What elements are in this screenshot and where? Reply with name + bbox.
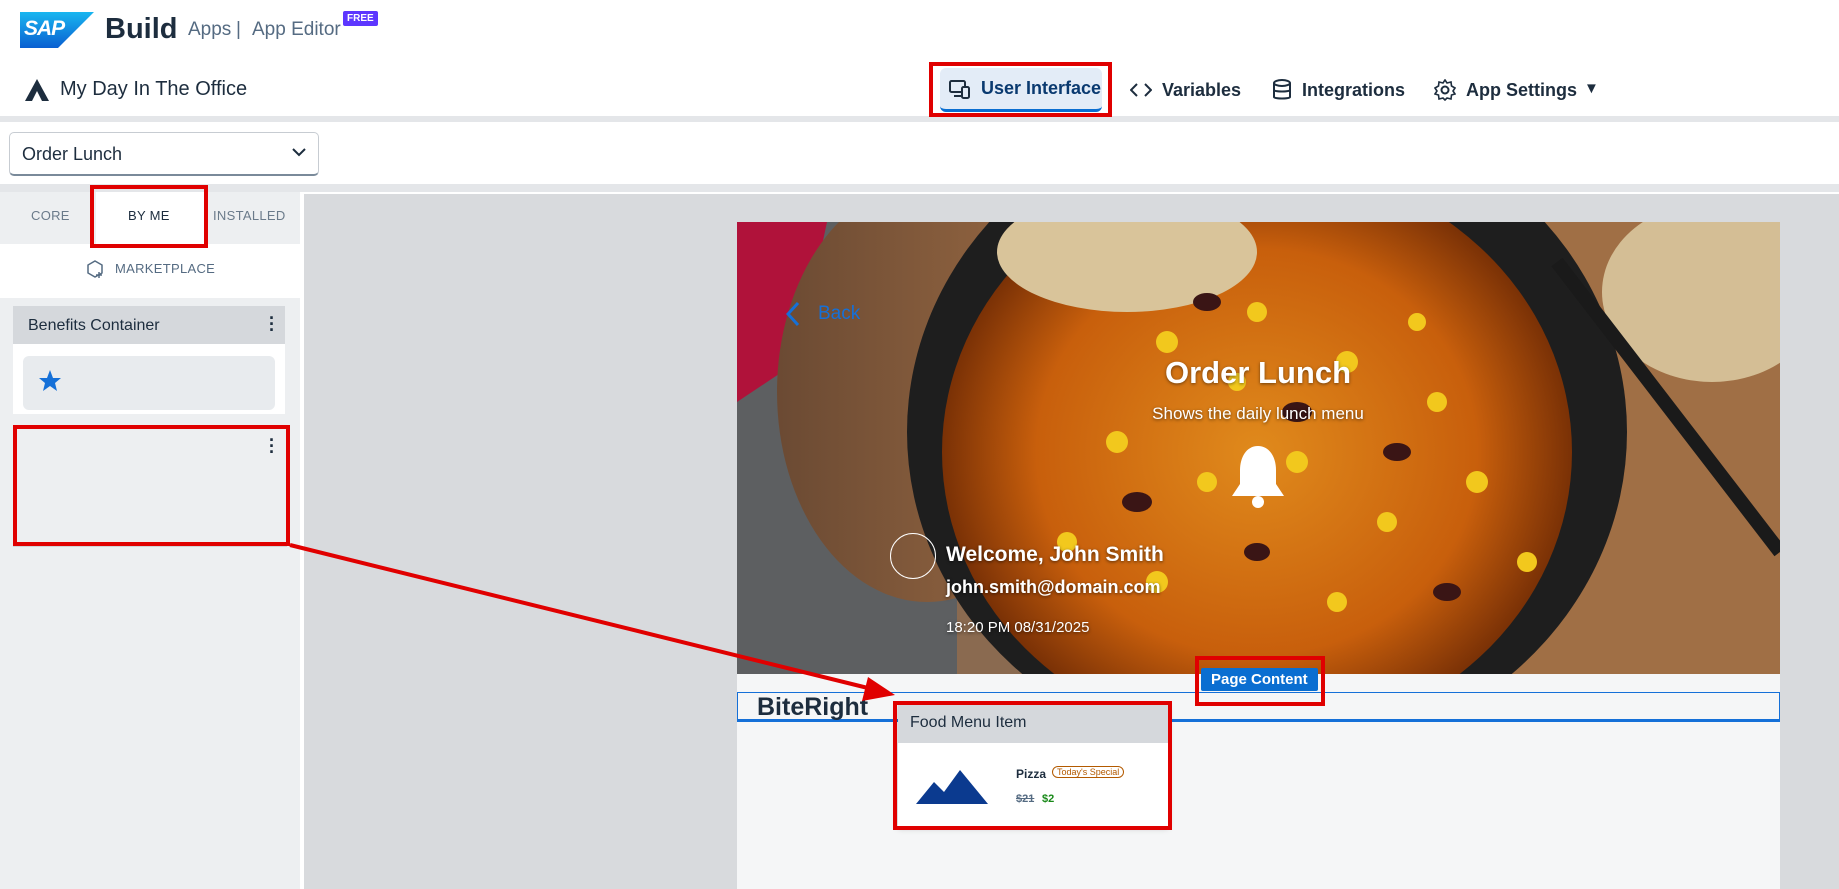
tab-integrations[interactable]: Integrations — [1272, 68, 1405, 112]
user-email: john.smith@domain.com — [946, 577, 1161, 597]
tab-variables[interactable]: Variables — [1130, 68, 1241, 112]
tab-app-settings-label: App Settings — [1466, 79, 1577, 100]
tab-app-settings[interactable]: App Settings — [1434, 68, 1577, 112]
component-benefits-container-title: Benefits Container — [28, 317, 160, 334]
code-icon — [1130, 83, 1152, 97]
header-divider — [0, 116, 1839, 122]
caret-down-icon[interactable]: ▼ — [1584, 80, 1599, 97]
star-icon — [39, 370, 61, 391]
hero-subtitle: Shows the daily lunch menu — [1152, 404, 1364, 423]
avatar — [890, 533, 936, 579]
marketplace-label[interactable]: MARKETPLACE — [115, 261, 215, 276]
page-selector[interactable]: Order Lunch — [9, 132, 319, 176]
hero-title: Order Lunch — [1164, 355, 1352, 390]
tab-integrations-label: Integrations — [1302, 79, 1406, 100]
tab-core[interactable]: CORE — [31, 208, 70, 223]
current-datetime: 18:20 PM 08/31/2025 — [946, 619, 1090, 636]
brand-title: BiteRight — [757, 693, 869, 721]
marketplace-icon — [87, 260, 103, 278]
breadcrumb-apps[interactable]: Apps — [188, 19, 231, 41]
annotation-box-by-me — [90, 185, 208, 248]
back-link[interactable]: Back — [818, 303, 860, 325]
project-title: My Day In The Office — [60, 78, 248, 100]
bell-icon — [1232, 446, 1284, 508]
tab-variables-label: Variables — [1162, 79, 1242, 100]
back-chevron-icon[interactable] — [786, 301, 800, 327]
project-logo-icon — [25, 79, 49, 101]
welcome-text: Welcome, John Smith — [946, 543, 1164, 566]
breadcrumb-app-editor: App Editor — [252, 19, 341, 40]
page-selector-value: Order Lunch — [22, 144, 123, 164]
breadcrumb-separator: | — [236, 19, 241, 40]
annotation-box-component — [13, 425, 290, 546]
annotation-box-drag-preview — [893, 701, 1172, 830]
annotation-box-page-content — [1195, 656, 1325, 706]
tab-installed[interactable]: INSTALLED — [213, 208, 286, 223]
database-icon — [1273, 79, 1291, 100]
gear-icon — [1434, 79, 1456, 101]
sap-logo-text: SAP — [24, 17, 65, 40]
chevron-down-icon — [292, 148, 306, 157]
more-options-icon[interactable]: · · · — [269, 309, 275, 339]
free-badge: FREE — [343, 11, 378, 26]
product-name: Build — [105, 13, 178, 45]
annotation-box-user-interface — [929, 62, 1112, 117]
selector-divider — [0, 184, 1839, 192]
